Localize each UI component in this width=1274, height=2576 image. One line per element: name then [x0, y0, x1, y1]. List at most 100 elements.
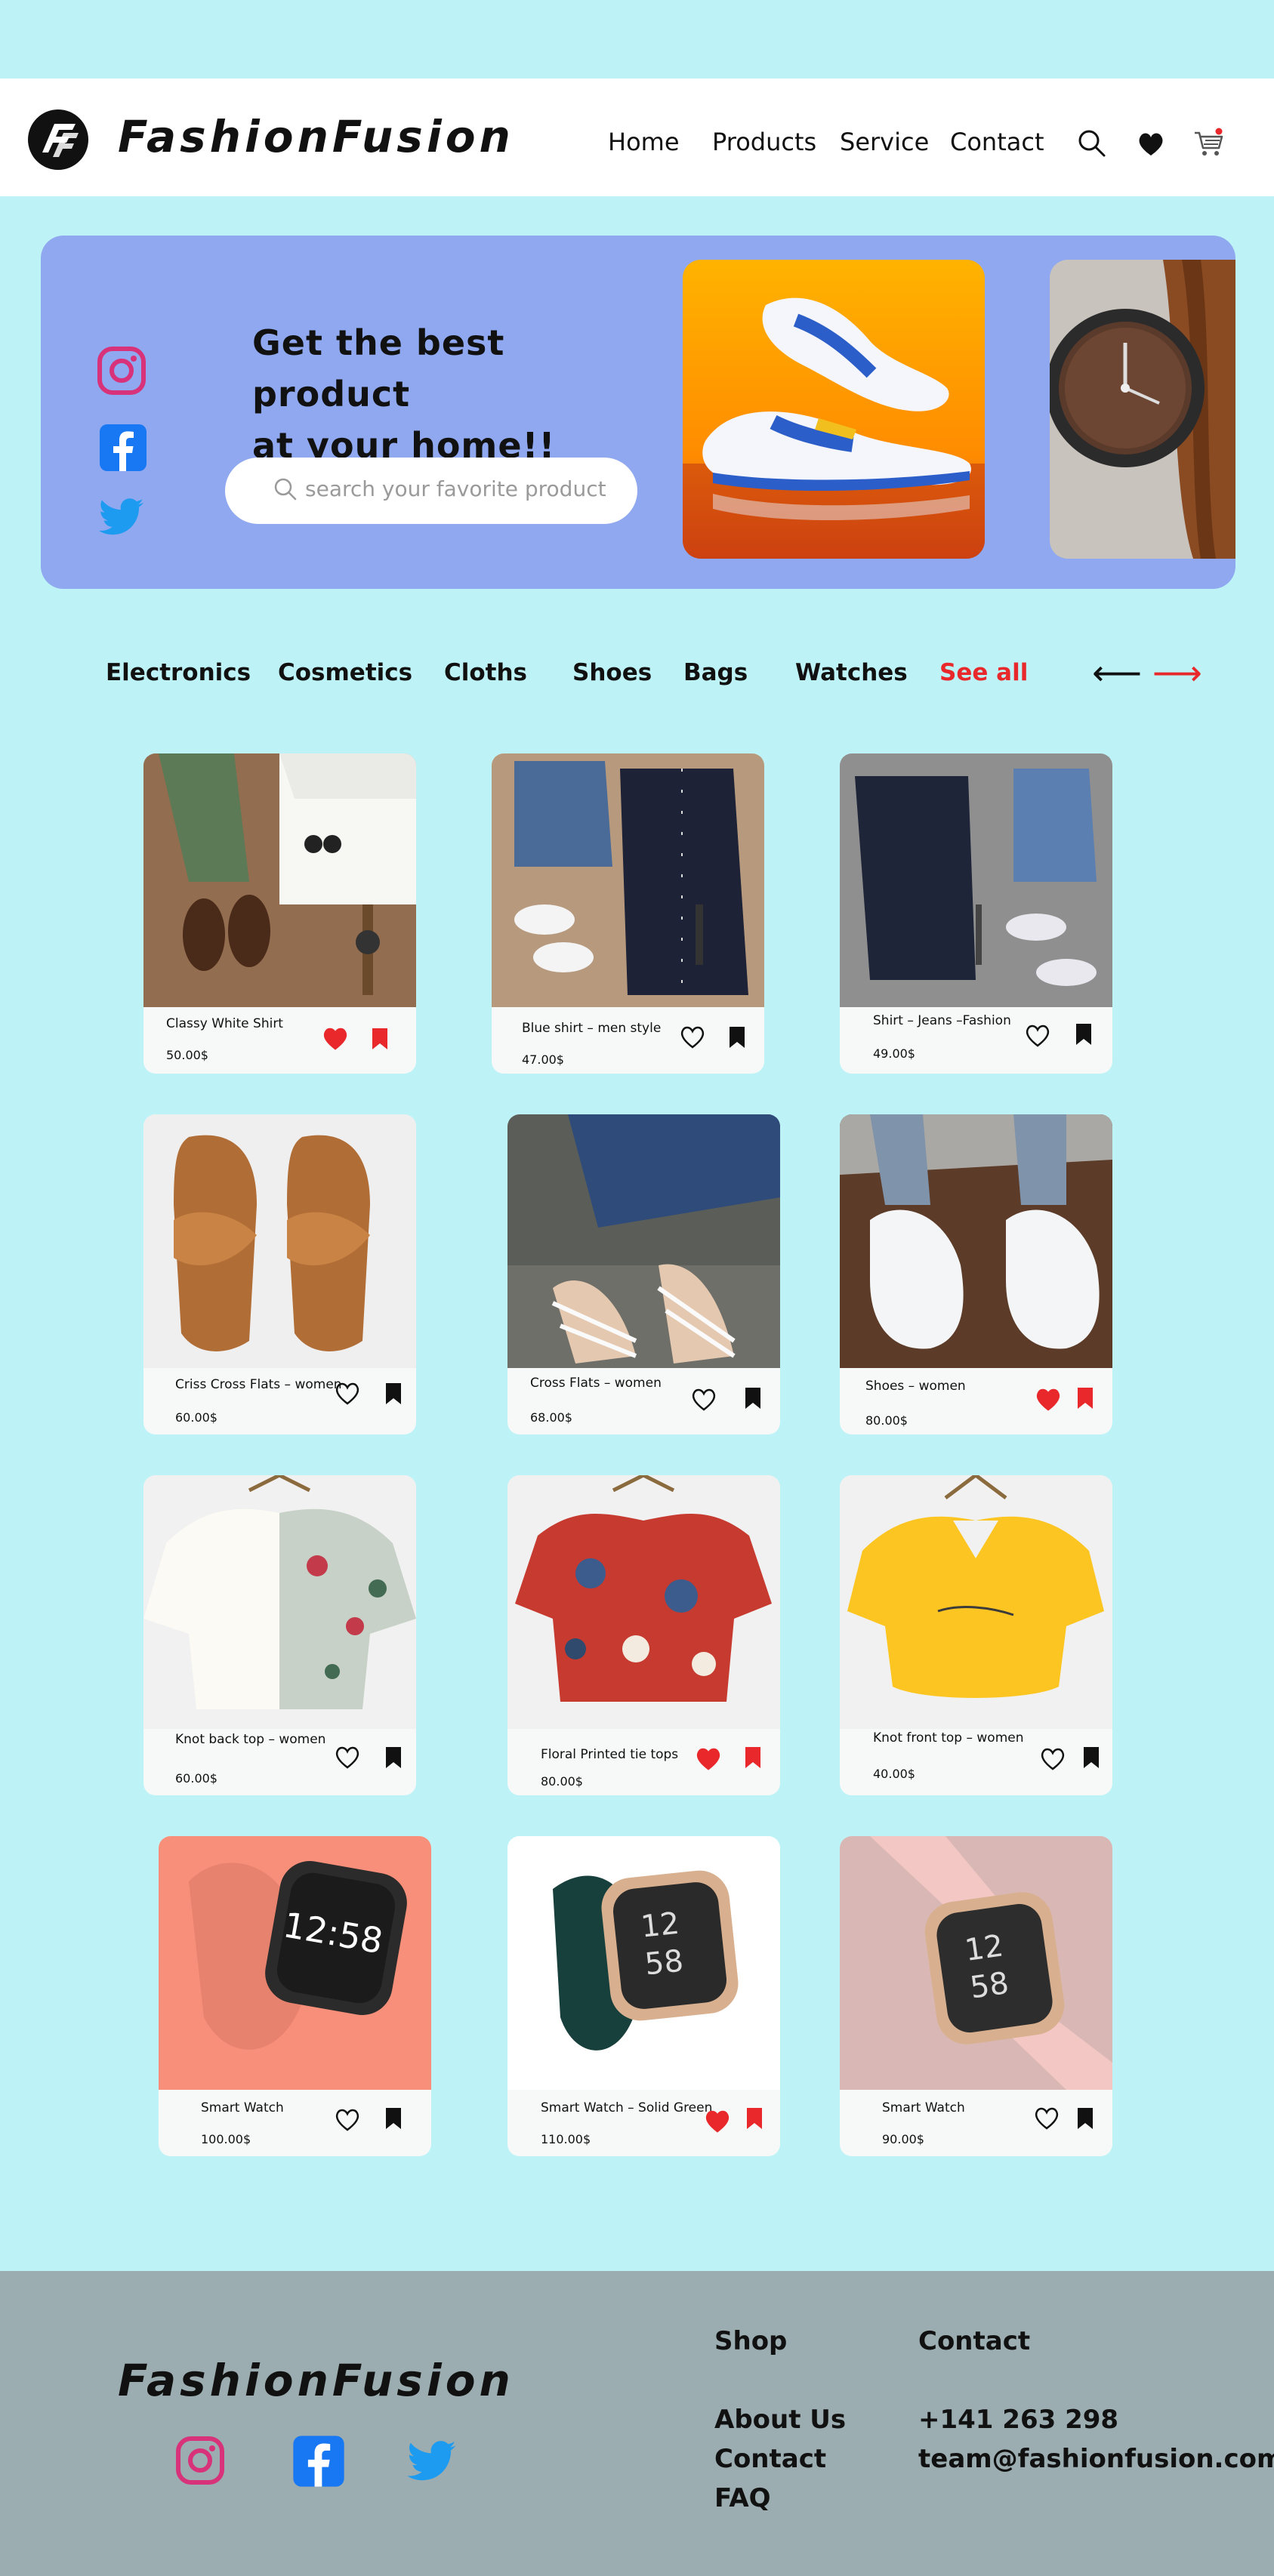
- like-heart-icon[interactable]: [334, 1380, 361, 1406]
- brand-logo-text[interactable]: FashionFusion: [118, 110, 514, 163]
- like-heart-icon[interactable]: [695, 1746, 722, 1771]
- product-image[interactable]: [143, 1475, 416, 1729]
- search-icon[interactable]: [1075, 127, 1109, 160]
- like-heart-icon[interactable]: [690, 1386, 717, 1412]
- product-name[interactable]: Shoes – women: [865, 1379, 966, 1394]
- product-card[interactable]: Floral Printed tie tops 80.00$: [507, 1475, 780, 1795]
- heart-icon[interactable]: [1134, 127, 1168, 160]
- hero-heading: Get the best product at your home!!: [252, 317, 675, 471]
- product-card[interactable]: Knot back top – women 60.00$: [143, 1475, 416, 1795]
- category-cosmetics[interactable]: Cosmetics: [278, 654, 412, 692]
- product-price: 60.00$: [175, 1410, 217, 1425]
- like-heart-icon[interactable]: [1039, 1746, 1066, 1771]
- product-card[interactable]: Cross Flats – women 68.00$: [507, 1114, 780, 1434]
- see-all-link[interactable]: See all: [939, 654, 1028, 692]
- facebook-icon[interactable]: [290, 2433, 347, 2490]
- product-card[interactable]: Classy White Shirt 50.00$: [143, 753, 416, 1074]
- nav-contact[interactable]: Contact: [950, 123, 1044, 161]
- footer-link-about[interactable]: About Us: [714, 2402, 846, 2437]
- product-name[interactable]: Cross Flats – women: [530, 1376, 662, 1391]
- product-image[interactable]: [492, 753, 764, 1007]
- product-image[interactable]: [507, 1114, 780, 1368]
- product-image[interactable]: [840, 1114, 1112, 1368]
- ff-logo-icon[interactable]: [26, 107, 91, 172]
- like-heart-icon[interactable]: [1035, 1386, 1062, 1412]
- category-cloths[interactable]: Cloths: [444, 654, 527, 692]
- bookmark-icon[interactable]: [384, 2106, 403, 2131]
- product-name[interactable]: Knot back top – women: [175, 1732, 325, 1747]
- footer-link-faq[interactable]: FAQ: [714, 2481, 771, 2516]
- product-price: 80.00$: [541, 1774, 583, 1789]
- product-card[interactable]: Shoes – women 80.00$: [840, 1114, 1112, 1434]
- bookmark-icon[interactable]: [1081, 1746, 1101, 1770]
- bookmark-icon[interactable]: [370, 1027, 390, 1051]
- category-electronics[interactable]: Electronics: [106, 654, 251, 692]
- product-name[interactable]: Smart Watch: [882, 2100, 965, 2115]
- product-name[interactable]: Criss Cross Flats – women: [175, 1377, 342, 1392]
- footer-brand-logo[interactable]: FashionFusion: [118, 2354, 514, 2407]
- product-name[interactable]: Smart Watch: [201, 2100, 284, 2115]
- nav-service[interactable]: Service: [840, 123, 929, 161]
- footer-phone[interactable]: +141 263 298: [918, 2402, 1118, 2437]
- footer-link-contact[interactable]: Contact: [714, 2442, 826, 2476]
- instagram-icon[interactable]: [174, 2434, 227, 2487]
- product-name[interactable]: Blue shirt – men style: [522, 1021, 661, 1036]
- bookmark-icon[interactable]: [727, 1025, 747, 1049]
- bookmark-icon[interactable]: [745, 2106, 764, 2131]
- instagram-icon[interactable]: [95, 344, 148, 397]
- nav-home[interactable]: Home: [608, 123, 680, 161]
- hero-watch-image[interactable]: [1050, 260, 1235, 559]
- like-heart-icon[interactable]: [334, 2106, 361, 2132]
- product-price: 60.00$: [175, 1771, 217, 1786]
- product-image[interactable]: 12 58: [840, 1836, 1112, 2090]
- bookmark-icon[interactable]: [1074, 1022, 1094, 1046]
- product-image[interactable]: [143, 1114, 416, 1368]
- product-image[interactable]: 12:58: [159, 1836, 431, 2090]
- product-card[interactable]: 12 58 Smart Watch 90.00$: [840, 1836, 1112, 2156]
- product-name[interactable]: Shirt – Jeans –Fashion: [873, 1013, 1011, 1028]
- product-image[interactable]: 12 58: [507, 1836, 780, 2090]
- cart-icon[interactable]: [1192, 127, 1225, 160]
- like-heart-icon[interactable]: [1024, 1022, 1051, 1048]
- twitter-icon[interactable]: [400, 2433, 464, 2490]
- product-name[interactable]: Floral Printed tie tops: [541, 1747, 678, 1762]
- facebook-icon[interactable]: [97, 421, 150, 474]
- product-name[interactable]: Knot front top – women: [873, 1730, 1024, 1746]
- product-card[interactable]: 12:58 Smart Watch 100.00$: [159, 1836, 431, 2156]
- twitter-icon[interactable]: [95, 491, 148, 544]
- product-name[interactable]: Classy White Shirt: [166, 1016, 283, 1031]
- product-price: 100.00$: [201, 2132, 251, 2146]
- product-name[interactable]: Smart Watch – Solid Green: [541, 2100, 712, 2115]
- bookmark-icon[interactable]: [743, 1386, 763, 1410]
- like-heart-icon[interactable]: [1033, 2105, 1060, 2131]
- like-heart-icon[interactable]: [704, 2108, 731, 2134]
- hero-sneaker-image[interactable]: [683, 260, 985, 559]
- product-image[interactable]: [840, 753, 1112, 1007]
- product-image[interactable]: [143, 753, 416, 1007]
- like-heart-icon[interactable]: [334, 1744, 361, 1770]
- prev-arrow-icon[interactable]: ⟵: [1092, 654, 1142, 692]
- bookmark-icon[interactable]: [1075, 1386, 1095, 1410]
- footer-email[interactable]: team@fashionfusion.com: [918, 2442, 1274, 2476]
- nav-products[interactable]: Products: [712, 123, 816, 161]
- category-watches[interactable]: Watches: [795, 654, 908, 692]
- product-image[interactable]: [507, 1475, 780, 1729]
- bookmark-icon[interactable]: [384, 1382, 403, 1406]
- category-shoes[interactable]: Shoes: [572, 654, 652, 692]
- like-heart-icon[interactable]: [322, 1025, 349, 1051]
- product-card[interactable]: Criss Cross Flats – women 60.00$: [143, 1114, 416, 1434]
- bookmark-icon[interactable]: [743, 1746, 763, 1770]
- product-price: 90.00$: [882, 2132, 924, 2146]
- search-icon: [274, 478, 297, 501]
- bookmark-icon[interactable]: [1075, 2106, 1095, 2131]
- product-card[interactable]: 12 58 Smart Watch – Solid Green 110.00$: [507, 1836, 780, 2156]
- product-card[interactable]: Shirt – Jeans –Fashion 49.00$: [840, 753, 1112, 1074]
- next-arrow-icon[interactable]: ⟶: [1152, 654, 1202, 692]
- product-price: 49.00$: [873, 1046, 915, 1061]
- product-image[interactable]: [840, 1475, 1112, 1729]
- product-card[interactable]: Knot front top – women 40.00$: [840, 1475, 1112, 1795]
- category-bags[interactable]: Bags: [683, 654, 748, 692]
- bookmark-icon[interactable]: [384, 1746, 403, 1770]
- product-card[interactable]: Blue shirt – men style 47.00$: [492, 753, 764, 1074]
- like-heart-icon[interactable]: [679, 1024, 706, 1049]
